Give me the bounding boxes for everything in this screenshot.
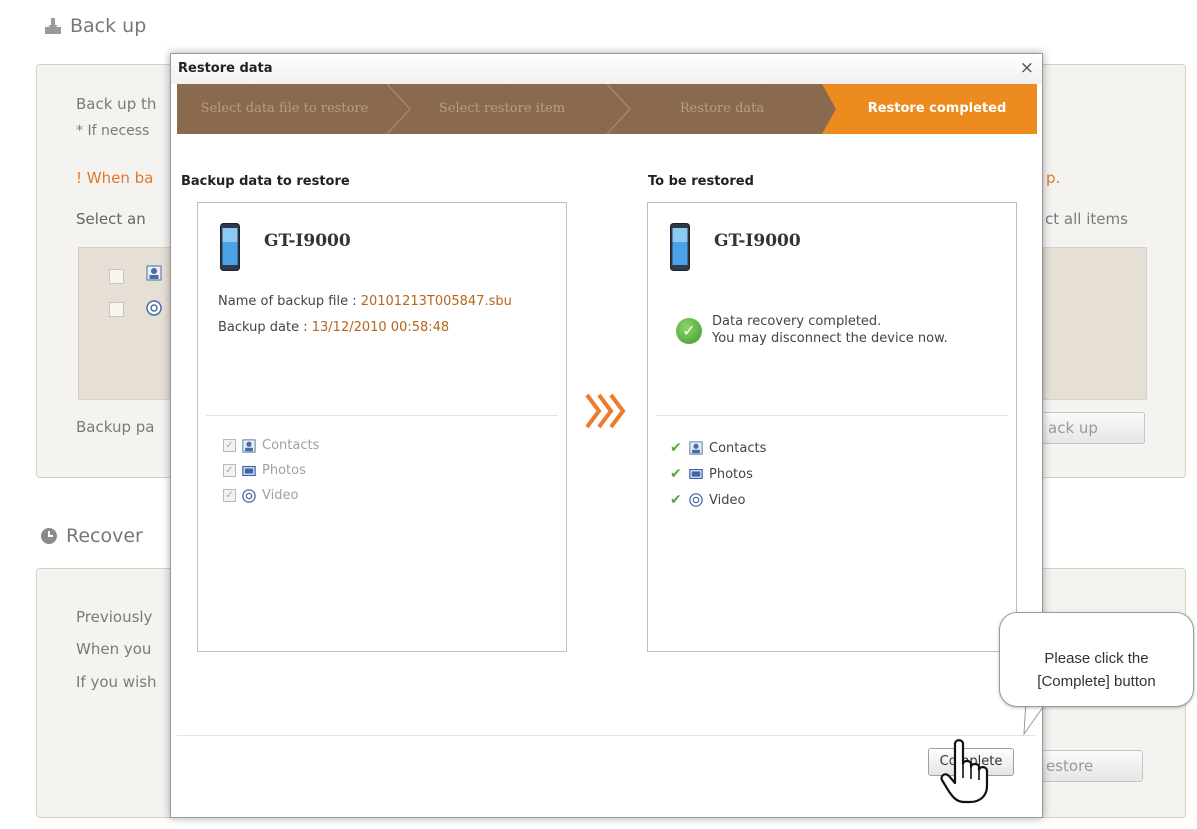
select-all-link[interactable]: ct all items [1045, 210, 1128, 228]
status-message: Data recovery completed. You may disconn… [712, 314, 948, 346]
backup-item-video: ✓ Video [223, 488, 298, 503]
to-be-restored-label: To be restored [648, 174, 754, 189]
photos-icon [242, 465, 256, 476]
phone-icon [670, 223, 690, 271]
backup-line-2: * If necess [76, 123, 150, 139]
restored-item-contacts: ✔ Contacts [670, 440, 767, 456]
card-divider [206, 415, 558, 416]
backup-item-checkbox[interactable] [109, 302, 124, 317]
dialog-title: Restore data [178, 61, 273, 76]
restore-button[interactable]: estore [1035, 750, 1143, 782]
backup-date: Backup date : 13/12/2010 00:58:48 [218, 320, 450, 335]
device-model: GT-I9000 [264, 231, 351, 251]
photos-icon [689, 468, 703, 480]
restored-item-video: ✔ Video [670, 492, 746, 508]
step-select-file: Select data file to restore [200, 101, 369, 116]
download-icon [45, 18, 61, 34]
video-icon [689, 493, 703, 507]
backup-warning-tail: p. [1046, 169, 1061, 187]
video-icon [242, 488, 256, 503]
select-items-label: Select an [76, 210, 146, 228]
backup-button[interactable]: ack up [1037, 412, 1145, 444]
check-icon: ✔ [670, 492, 682, 508]
restore-dialog: Restore data × Select data file to resto… [170, 53, 1043, 818]
close-icon[interactable]: × [1020, 58, 1034, 78]
step-select-item: Select restore item [438, 101, 566, 116]
phone-icon [220, 223, 240, 271]
backup-item-contacts: ✓ Contacts [223, 438, 319, 453]
card-divider [656, 415, 1008, 416]
device-model: GT-I9000 [714, 231, 801, 251]
recover-line-3: If you wish [76, 673, 157, 691]
backup-items-box-right [1043, 247, 1147, 400]
recover-line-1: Previously [76, 608, 153, 626]
chevrons-icon [585, 393, 626, 429]
checkbox-checked-disabled: ✓ [223, 439, 236, 452]
check-icon: ✔ [670, 466, 682, 482]
dialog-footer-divider [177, 735, 1036, 736]
clock-icon [41, 528, 57, 544]
check-icon: ✓ [676, 318, 702, 344]
video-icon [146, 300, 162, 316]
instruction-callout: Please click the [Complete] button [999, 612, 1194, 707]
step-restore-completed: Restore completed [867, 101, 1007, 116]
backup-warning: ! When ba [76, 169, 154, 187]
backup-item-checkbox[interactable] [109, 269, 124, 284]
callout-text: Please click the [Complete] button [1037, 650, 1156, 690]
backup-item-photos: ✓ Photos [223, 463, 306, 478]
recover-line-2: When you [76, 640, 152, 658]
checkbox-checked-disabled: ✓ [223, 464, 236, 477]
step-progress-bar: Select data file to restore Select resto… [177, 84, 1037, 134]
recovery-status: ✓ Data recovery completed. You may disco… [676, 313, 948, 347]
backup-section-title: Back up [44, 15, 146, 37]
restored-data-card: GT-I9000 ✓ Data recovery completed. You … [647, 202, 1017, 652]
recover-section-title: Recover [40, 525, 143, 547]
checkbox-checked-disabled: ✓ [223, 489, 236, 502]
contacts-icon [242, 438, 256, 453]
backup-path-label: Backup pa [76, 418, 155, 436]
check-icon: ✔ [670, 440, 682, 456]
contacts-icon [689, 441, 703, 455]
dialog-titlebar: Restore data × [171, 54, 1042, 84]
backup-line-1: Back up th [76, 95, 157, 113]
contacts-icon [146, 265, 162, 281]
hand-cursor-icon [940, 739, 989, 804]
restored-item-photos: ✔ Photos [670, 466, 753, 482]
backup-data-card: GT-I9000 Name of backup file : 20101213T… [197, 202, 567, 652]
backup-file-name: Name of backup file : 20101213T005847.sb… [218, 294, 512, 309]
backup-data-label: Backup data to restore [181, 174, 350, 189]
step-restore-data: Restore data [679, 101, 765, 116]
